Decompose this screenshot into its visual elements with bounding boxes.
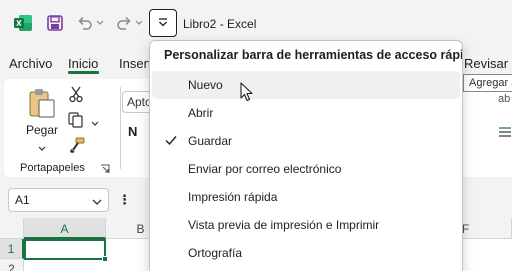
tab-archivo[interactable]: Archivo <box>9 56 52 71</box>
name-box[interactable]: A1 <box>8 188 109 212</box>
customize-quick-access-icon <box>157 16 169 31</box>
tab-revisar[interactable]: Revisar <box>464 56 508 71</box>
clipboard-dialog-launcher-icon[interactable] <box>100 163 110 177</box>
menu-item-vista-previa-imprimir[interactable]: Vista previa de impresión e Imprimir <box>152 211 460 239</box>
menu-title: Personalizar barra de herramientas de ac… <box>164 48 463 62</box>
ribbon-separator <box>120 87 121 169</box>
paste-icon[interactable] <box>27 87 57 122</box>
style-icon[interactable]: ab <box>498 93 510 105</box>
formula-bar-options-icon[interactable]: ⋮ <box>118 192 131 208</box>
undo-icon[interactable] <box>74 12 96 34</box>
menu-item-impresion-rapida[interactable]: Impresión rápida <box>152 183 460 211</box>
menu-item-abrir[interactable]: Abrir <box>152 99 460 127</box>
wrap-text-icon[interactable] <box>498 125 512 142</box>
menu-item-guardar[interactable]: Guardar <box>152 127 460 155</box>
menu-item-ortografia[interactable]: Ortografía <box>152 239 460 267</box>
cut-icon[interactable] <box>68 85 84 106</box>
menu-item-label: Abrir <box>188 106 214 120</box>
column-header-a[interactable]: A <box>24 218 106 239</box>
customize-quick-access-menu: Personalizar barra de herramientas de ac… <box>149 40 463 271</box>
tooltip: Agregar a <box>463 74 512 92</box>
menu-item-label: Vista previa de impresión e Imprimir <box>188 218 380 232</box>
paste-dropdown-icon[interactable] <box>38 141 46 155</box>
menu-item-enviar-correo[interactable]: Enviar por correo electrónico <box>152 155 460 183</box>
redo-icon[interactable] <box>113 12 135 34</box>
customize-quick-access-button[interactable] <box>149 9 177 37</box>
menu-item-label: Enviar por correo electrónico <box>188 162 342 176</box>
document-title: Libro2 - Excel <box>183 17 257 31</box>
save-icon[interactable] <box>44 12 66 34</box>
row-header-1[interactable]: 1 <box>0 239 24 259</box>
menu-item-nuevo[interactable]: Nuevo <box>152 71 460 99</box>
name-box-dropdown-icon[interactable] <box>92 195 102 209</box>
copy-icon[interactable] <box>67 111 85 132</box>
checkmark-icon <box>164 133 178 150</box>
redo-dropdown-icon[interactable] <box>134 12 144 34</box>
tab-inicio[interactable]: Inicio <box>68 56 98 71</box>
copy-dropdown-icon[interactable] <box>91 116 99 130</box>
menu-item-label: Guardar <box>188 134 233 148</box>
menu-item-label: Nuevo <box>188 78 223 92</box>
excel-logo-icon <box>13 14 33 32</box>
row-header-2[interactable]: 2 <box>0 259 24 271</box>
undo-dropdown-icon[interactable] <box>95 12 105 34</box>
name-box-value: A1 <box>15 193 30 207</box>
select-all-corner[interactable] <box>0 218 24 239</box>
format-painter-icon[interactable] <box>68 136 86 157</box>
selected-cell-a1[interactable] <box>24 239 106 260</box>
paste-button-label[interactable]: Pegar <box>26 123 58 137</box>
bold-button[interactable]: N <box>128 124 137 139</box>
tab-insertar[interactable]: Insert <box>119 56 152 71</box>
mouse-cursor-icon <box>240 82 254 105</box>
active-tab-indicator <box>68 71 99 74</box>
menu-item-label: Impresión rápida <box>188 190 278 204</box>
fill-handle[interactable] <box>102 256 108 262</box>
menu-item-label: Ortografía <box>188 246 243 260</box>
clipboard-group-label: Portapapeles <box>20 162 85 174</box>
